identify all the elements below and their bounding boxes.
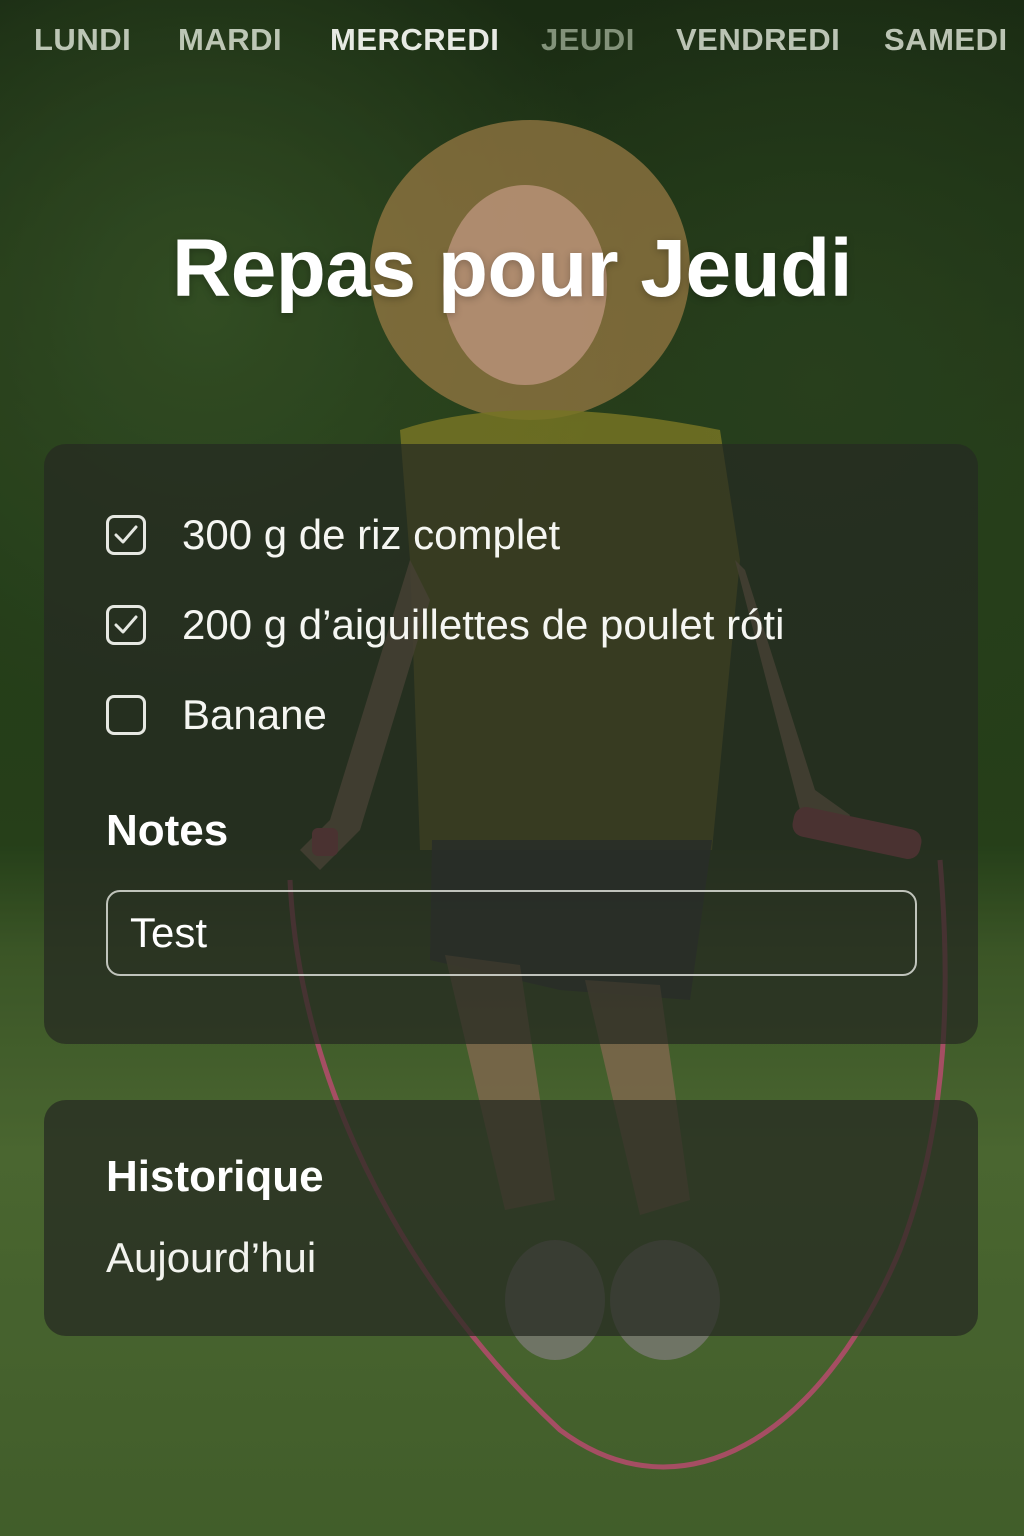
meal-item[interactable]: 200 g d’aiguillettes de poulet róti (106, 600, 784, 650)
tab-vendredi[interactable]: VENDREDI (676, 22, 840, 58)
checkbox-checked-icon[interactable] (106, 515, 146, 555)
history-card: Historique Aujourd’hui (44, 1100, 978, 1336)
day-tabs: LUNDI MARDI MERCREDI JEUDI VENDREDI SAME… (0, 22, 1024, 66)
notes-heading: Notes (106, 806, 229, 855)
tab-samedi[interactable]: SAMEDI (884, 22, 1008, 58)
meals-card: 300 g de riz complet 200 g d’aiguillette… (44, 444, 978, 1044)
checkbox-checked-icon[interactable] (106, 605, 146, 645)
tab-lundi[interactable]: LUNDI (34, 22, 131, 58)
meal-item-label: 300 g de riz complet (182, 511, 561, 558)
tab-jeudi[interactable]: JEUDI (541, 22, 635, 58)
checkmark-icon (114, 525, 138, 544)
meal-item[interactable]: 300 g de riz complet (106, 510, 560, 560)
tab-mardi[interactable]: MARDI (178, 22, 282, 58)
checkbox-unchecked-icon[interactable] (106, 695, 146, 735)
page-title: Repas pour Jeudi (171, 223, 853, 314)
meal-item-label: 200 g d’aiguillettes de poulet róti (182, 601, 785, 648)
notes-input[interactable] (106, 890, 917, 976)
tab-mercredi[interactable]: MERCREDI (330, 22, 499, 58)
history-heading: Historique (106, 1152, 324, 1201)
meal-item[interactable]: Banane (106, 690, 327, 740)
checkmark-icon (114, 615, 138, 634)
history-entry[interactable]: Aujourd’hui (106, 1234, 316, 1282)
meal-item-label: Banane (182, 691, 327, 738)
